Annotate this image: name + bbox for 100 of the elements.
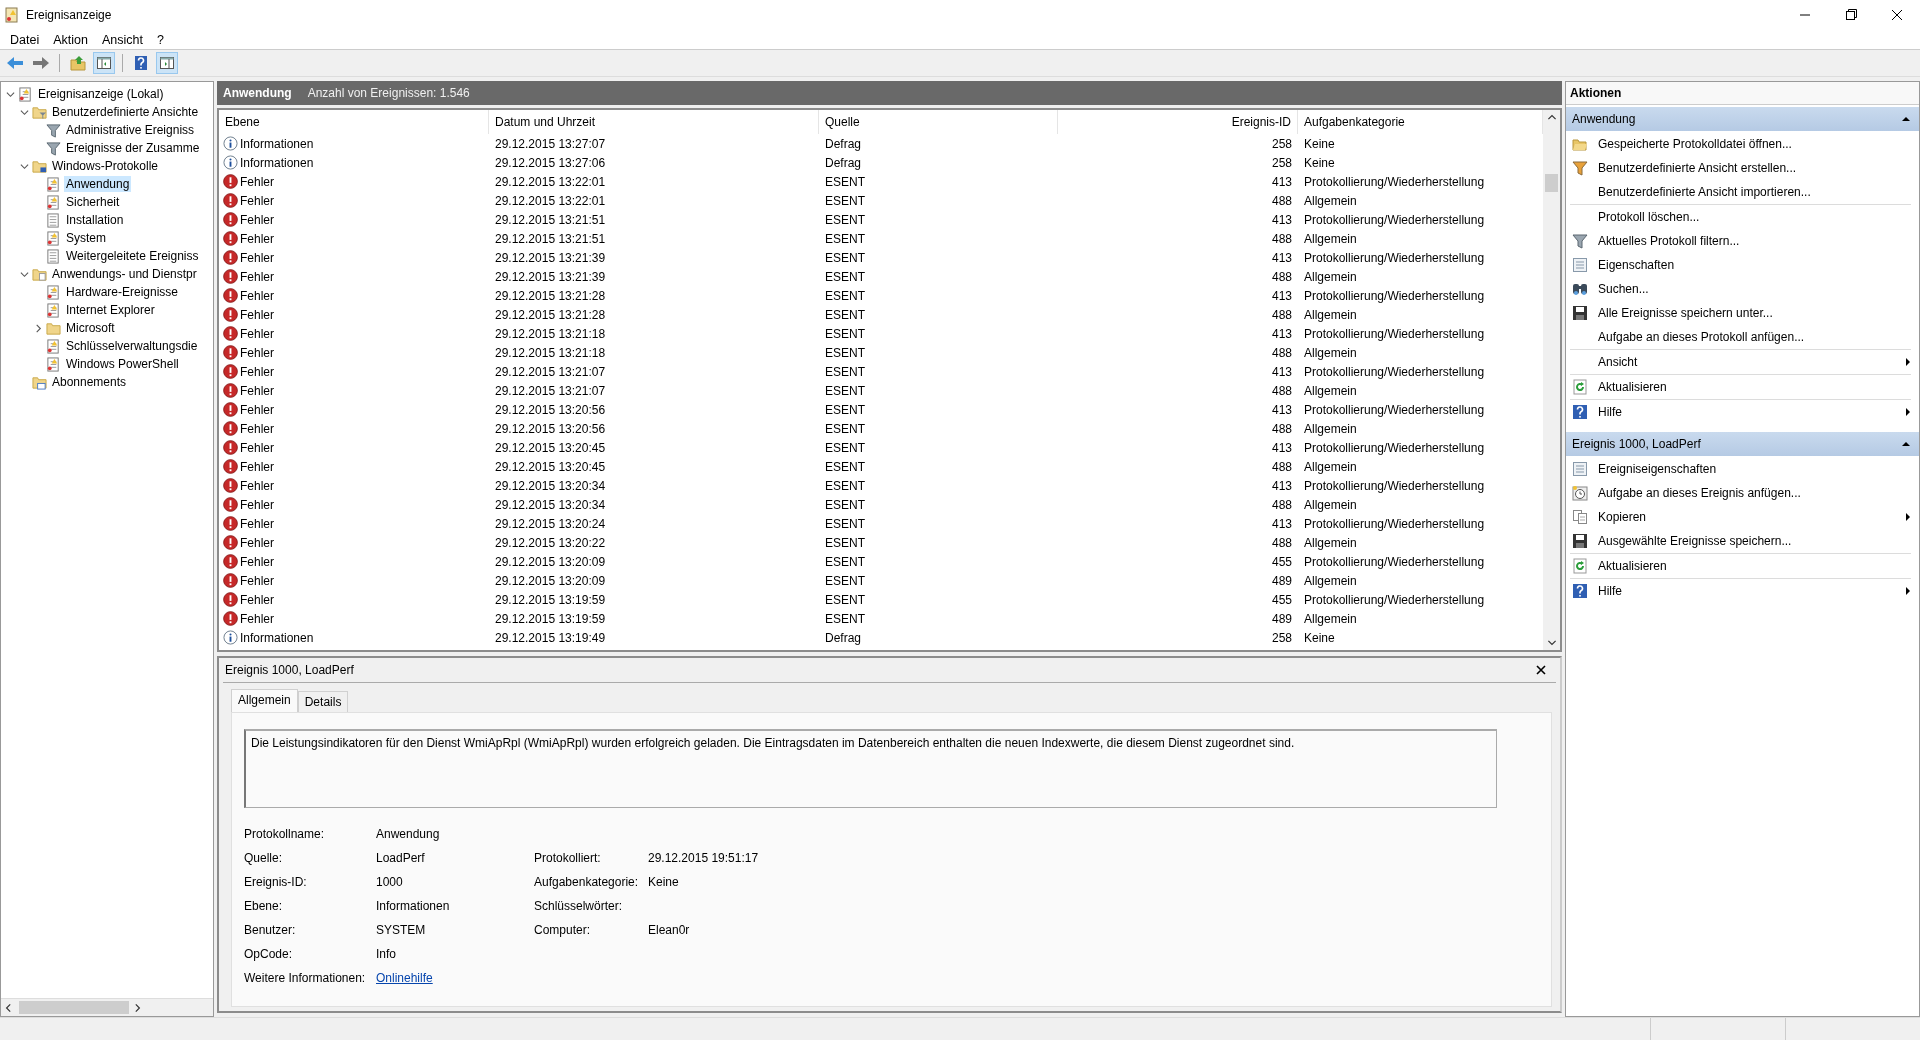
table-cell-text: 488 bbox=[1270, 535, 1293, 550]
section-header[interactable]: Ereignis 1000, LoadPerf bbox=[1566, 432, 1919, 456]
chevron-down-icon[interactable] bbox=[19, 161, 29, 171]
chevron-down-icon[interactable] bbox=[5, 89, 15, 99]
error-icon bbox=[223, 174, 238, 189]
action-item[interactable]: Ausgewählte Ereignisse speichern... bbox=[1570, 529, 1911, 553]
tree-item[interactable]: Microsoft bbox=[64, 320, 117, 336]
table-cell-text: ESENT bbox=[824, 478, 866, 493]
table-cell-text: ESENT bbox=[824, 307, 866, 322]
vertical-scrollbar[interactable] bbox=[1543, 110, 1560, 650]
table-cell-text: ESENT bbox=[824, 269, 866, 284]
action-item[interactable]: Benutzerdefinierte Ansicht erstellen... bbox=[1570, 156, 1911, 180]
menu-item[interactable]: ? bbox=[150, 31, 172, 48]
table-cell-text: 29.12.2015 13:21:51 bbox=[494, 231, 607, 246]
menu-item[interactable]: Ansicht bbox=[95, 31, 151, 48]
help-link[interactable]: Onlinehilfe bbox=[376, 971, 433, 985]
menu-item[interactable]: Datei bbox=[4, 31, 48, 48]
table-cell-text: Allgemein bbox=[1303, 573, 1358, 588]
table-cell-text: 29.12.2015 13:20:45 bbox=[494, 440, 607, 455]
action-item[interactable]: Alle Ereignisse speichern unter... bbox=[1570, 301, 1911, 325]
table-cell-text: Protokollierung/Wiederherstellung bbox=[1303, 326, 1486, 341]
tree-item[interactable]: Installation bbox=[64, 212, 126, 228]
chevron-down-icon[interactable] bbox=[19, 269, 29, 279]
table-cell-text: 258 bbox=[1270, 630, 1293, 645]
action-item[interactable]: Suchen... bbox=[1570, 277, 1911, 301]
action-item[interactable]: Hilfe bbox=[1570, 399, 1911, 424]
column-header[interactable]: Ereignis-ID bbox=[1058, 110, 1298, 134]
event-title: Ereignis 1000, LoadPerf bbox=[225, 663, 354, 677]
action-item[interactable]: Gespeicherte Protokolldatei öffnen... bbox=[1570, 132, 1911, 156]
error-icon bbox=[223, 478, 238, 493]
window-title: Ereignisanzeige bbox=[26, 8, 112, 22]
action-item[interactable]: Ereigniseigenschaften bbox=[1570, 457, 1911, 481]
field-label: Weitere Informationen: bbox=[244, 971, 367, 985]
tree-item[interactable]: Anwendungs- und Dienstpr bbox=[50, 266, 199, 282]
tree-item[interactable]: Abonnements bbox=[50, 374, 129, 390]
submenu-arrow-icon bbox=[1905, 357, 1911, 367]
table-cell-text: Protokollierung/Wiederherstellung bbox=[1303, 402, 1486, 417]
table-cell-text: Protokollierung/Wiederherstellung bbox=[1303, 440, 1486, 455]
column-header[interactable]: Ebene bbox=[219, 110, 489, 134]
tree-item[interactable]: Benutzerdefinierte Ansichte bbox=[50, 104, 201, 120]
action-item[interactable]: Aktualisieren bbox=[1570, 374, 1911, 399]
tree-item[interactable]: Anwendung bbox=[64, 176, 132, 192]
chevron-down-icon[interactable] bbox=[19, 107, 29, 117]
toolbar-button[interactable] bbox=[156, 52, 178, 74]
tree-item[interactable]: Ereignisanzeige (Lokal) bbox=[36, 86, 166, 102]
error-icon bbox=[223, 212, 238, 227]
tree-item[interactable]: System bbox=[64, 230, 108, 246]
collapse-icon[interactable] bbox=[1901, 439, 1911, 449]
tree-item[interactable]: Windows PowerShell bbox=[64, 356, 181, 372]
column-header[interactable]: Quelle bbox=[819, 110, 1058, 134]
folder-icon bbox=[32, 266, 47, 282]
horizontal-scrollbar[interactable] bbox=[1, 998, 213, 1016]
table-cell: Fehler bbox=[240, 345, 274, 360]
action-item[interactable]: Kopieren bbox=[1570, 505, 1911, 529]
table-cell-text: 258 bbox=[1270, 155, 1293, 170]
table-cell-text: 413 bbox=[1270, 478, 1293, 493]
table-cell: Fehler bbox=[240, 288, 274, 303]
tree-item[interactable]: Hardware-Ereignisse bbox=[64, 284, 181, 300]
table-cell: Fehler bbox=[240, 573, 274, 588]
submenu-arrow-icon bbox=[1905, 586, 1911, 596]
menu-item[interactable]: Aktion bbox=[47, 31, 96, 48]
toolbar-button[interactable] bbox=[93, 52, 115, 74]
action-item[interactable]: Ansicht bbox=[1570, 349, 1911, 374]
chevron-right-icon[interactable] bbox=[33, 323, 43, 333]
help-icon bbox=[133, 55, 149, 71]
action-item[interactable]: Aktualisieren bbox=[1570, 553, 1911, 578]
error-icon bbox=[223, 250, 238, 265]
action-item[interactable]: Hilfe bbox=[1570, 578, 1911, 603]
action-item[interactable]: Protokoll löschen... bbox=[1570, 204, 1911, 229]
error-icon bbox=[223, 459, 238, 474]
error-icon bbox=[223, 364, 238, 379]
tab[interactable]: Allgemein bbox=[231, 689, 298, 712]
table-cell-text: 29.12.2015 13:21:28 bbox=[494, 288, 607, 303]
close-icon[interactable] bbox=[1536, 665, 1546, 675]
table-cell-text: 488 bbox=[1270, 307, 1293, 322]
tree-item[interactable]: Internet Explorer bbox=[64, 302, 157, 318]
table-cell: Fehler bbox=[240, 231, 274, 246]
tab[interactable]: Details bbox=[297, 691, 349, 712]
table-cell-text: 413 bbox=[1270, 364, 1293, 379]
error-icon bbox=[223, 516, 238, 531]
tree-item[interactable]: Ereignisse der Zusamme bbox=[64, 140, 202, 156]
log-icon bbox=[18, 86, 33, 102]
tree-item[interactable]: Weitergeleitete Ereigniss bbox=[64, 248, 201, 264]
tree-item[interactable]: Sicherheit bbox=[64, 194, 122, 210]
error-icon bbox=[223, 193, 238, 208]
scroll-thumb[interactable] bbox=[1545, 174, 1558, 192]
action-item[interactable]: Aufgabe an dieses Ereignis anfügen... bbox=[1570, 481, 1911, 505]
action-item[interactable]: Benutzerdefinierte Ansicht importieren... bbox=[1570, 180, 1911, 204]
action-item[interactable]: Aktuelles Protokoll filtern... bbox=[1570, 229, 1911, 253]
column-header[interactable]: Datum und Uhrzeit bbox=[489, 110, 819, 134]
tree-item[interactable]: Schlüsselverwaltungsdie bbox=[64, 338, 200, 354]
tree-item[interactable]: Windows-Protokolle bbox=[50, 158, 161, 174]
info-icon bbox=[223, 136, 238, 151]
action-item[interactable]: Eigenschaften bbox=[1570, 253, 1911, 277]
log-icon bbox=[46, 338, 61, 354]
tree-item[interactable]: Administrative Ereigniss bbox=[64, 122, 197, 138]
section-header[interactable]: Anwendung bbox=[1566, 107, 1919, 131]
table-cell: Informationen bbox=[240, 630, 314, 645]
action-item[interactable]: Aufgabe an dieses Protokoll anfügen... bbox=[1570, 325, 1911, 349]
collapse-icon[interactable] bbox=[1901, 114, 1911, 124]
